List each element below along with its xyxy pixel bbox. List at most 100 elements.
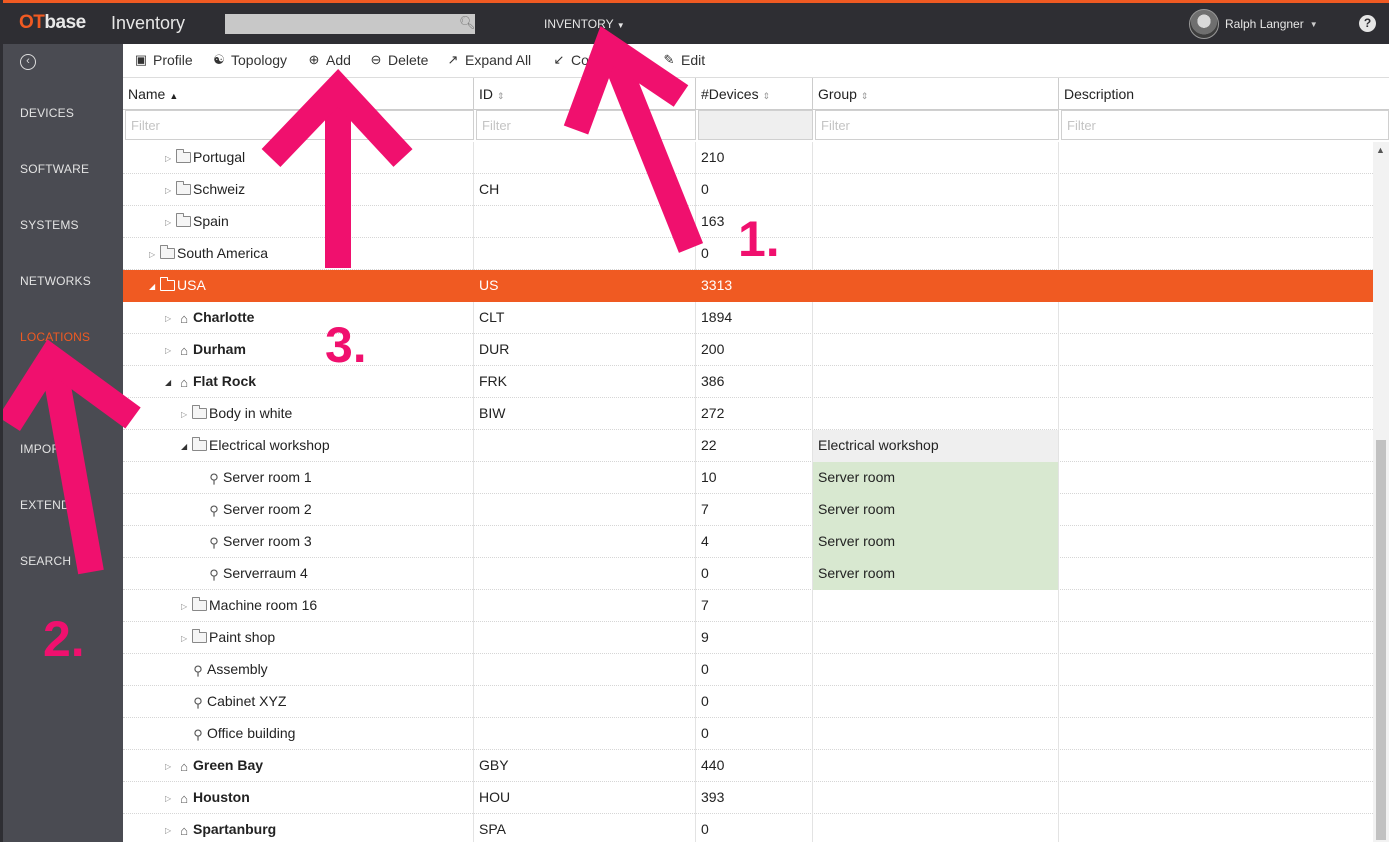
table-row[interactable]: ▷ Schweiz CH 0 bbox=[123, 174, 1373, 206]
column-header-devices[interactable]: #Devices ⇕ bbox=[696, 78, 813, 110]
delete-button[interactable]: ⊖ Delete bbox=[368, 52, 429, 68]
collapse-all-button[interactable]: ↙ Collapse All bbox=[551, 52, 645, 68]
column-header-id[interactable]: ID ⇕ bbox=[474, 78, 696, 110]
expand-arrow-icon[interactable]: ▷ bbox=[165, 815, 175, 842]
row-id bbox=[474, 590, 696, 622]
open-folder-icon bbox=[192, 436, 207, 451]
home-icon: ⌂ bbox=[180, 790, 188, 806]
add-button[interactable]: ⊕ Add bbox=[306, 52, 351, 68]
expand-arrow-icon[interactable]: ▷ bbox=[165, 143, 175, 174]
sidebar-item-extend[interactable]: EXTEND bbox=[20, 498, 70, 512]
collapse-arrow-icon[interactable]: ◢ bbox=[181, 431, 191, 462]
row-description bbox=[1059, 462, 1373, 494]
table-row[interactable]: ▷ ⌂ Houston HOU 393 bbox=[123, 782, 1373, 814]
expand-arrow-icon[interactable]: ▷ bbox=[165, 335, 175, 366]
row-id bbox=[474, 430, 696, 462]
row-description bbox=[1059, 750, 1373, 782]
row-id bbox=[474, 622, 696, 654]
row-group bbox=[813, 782, 1059, 814]
table-row[interactable]: ▷ Machine room 16 7 bbox=[123, 590, 1373, 622]
row-devices: 9 bbox=[696, 622, 813, 654]
help-icon[interactable]: ? bbox=[1359, 15, 1376, 32]
row-name: Serverraum 4 bbox=[223, 565, 308, 581]
name-filter-input[interactable] bbox=[125, 110, 474, 140]
inventory-menu[interactable]: INVENTORY ▼ bbox=[544, 17, 625, 31]
table-row[interactable]: ▷ ⌂ Durham DUR 200 bbox=[123, 334, 1373, 366]
description-filter-input[interactable] bbox=[1061, 110, 1389, 140]
row-name: Flat Rock bbox=[193, 373, 257, 389]
row-name: Paint shop bbox=[209, 629, 276, 645]
row-name: Green Bay bbox=[193, 757, 264, 773]
user-menu[interactable]: Ralph Langner ▼ bbox=[1189, 9, 1318, 39]
expand-arrow-icon[interactable]: ▷ bbox=[165, 751, 175, 782]
expand-arrow-icon[interactable]: ▷ bbox=[165, 783, 175, 814]
sort-icon: ⇕ bbox=[762, 91, 771, 101]
sidebar-item-software[interactable]: SOFTWARE bbox=[20, 162, 89, 176]
collapse-arrow-icon[interactable]: ◢ bbox=[165, 367, 175, 398]
table-row[interactable]: ▷ Portugal 210 bbox=[123, 142, 1373, 174]
sidebar-item-import[interactable]: IMPORT bbox=[20, 442, 68, 456]
column-header-name[interactable]: Name ▲ bbox=[123, 78, 474, 110]
table-row[interactable]: ◢ ⌂ Flat Rock FRK 386 bbox=[123, 366, 1373, 398]
row-description bbox=[1059, 334, 1373, 366]
row-devices: 0 bbox=[696, 558, 813, 590]
collapse-arrow-icon[interactable]: ◢ bbox=[149, 271, 159, 302]
expand-all-button[interactable]: ↗ Expand All bbox=[445, 52, 532, 68]
home-icon: ⌂ bbox=[180, 310, 188, 326]
topology-button[interactable]: ☯ Topology bbox=[211, 52, 287, 68]
brand-logo[interactable]: OTbase bbox=[19, 12, 86, 34]
table-row[interactable]: ▷ Body in white BIW 272 bbox=[123, 398, 1373, 430]
row-devices: 440 bbox=[696, 750, 813, 782]
location-pin-icon: ⚲ bbox=[193, 726, 203, 742]
expand-arrow-icon[interactable]: ▷ bbox=[181, 399, 191, 430]
table-row[interactable]: ⚲ Server room 3 4 Server room bbox=[123, 526, 1373, 558]
row-description bbox=[1059, 398, 1373, 430]
scroll-thumb[interactable] bbox=[1376, 440, 1386, 840]
back-icon[interactable]: ‹ bbox=[20, 54, 36, 70]
row-group bbox=[813, 334, 1059, 366]
table-row[interactable]: ◢ Electrical workshop 22 Electrical works… bbox=[123, 430, 1373, 462]
sidebar-item-locations[interactable]: LOCATIONS bbox=[20, 330, 90, 344]
expand-arrow-icon[interactable]: ▷ bbox=[165, 175, 175, 206]
global-search-input[interactable] bbox=[225, 14, 475, 34]
column-header-group[interactable]: Group ⇕ bbox=[813, 78, 1059, 110]
edit-button[interactable]: ✎ Edit bbox=[661, 52, 706, 68]
sidebar-item-networks[interactable]: NETWORKS bbox=[20, 274, 91, 288]
row-group bbox=[813, 174, 1059, 206]
column-header-description[interactable]: Description bbox=[1059, 78, 1389, 110]
table-row[interactable]: ⚲ Office building 0 bbox=[123, 718, 1373, 750]
chevron-down-icon: ▼ bbox=[1309, 19, 1318, 29]
row-group bbox=[813, 366, 1059, 398]
table-row[interactable]: ⚲ Assembly 0 bbox=[123, 654, 1373, 686]
table-row[interactable]: ▷ ⌂ Spartanburg SPA 0 bbox=[123, 814, 1373, 842]
row-group bbox=[813, 590, 1059, 622]
table-row[interactable]: ▷ ⌂ Charlotte CLT 1894 bbox=[123, 302, 1373, 334]
sidebar-item-devices[interactable]: DEVICES bbox=[20, 106, 74, 120]
group-filter-input[interactable] bbox=[815, 110, 1059, 140]
folder-icon bbox=[176, 180, 191, 195]
table-row[interactable]: ⚲ Server room 2 7 Server room bbox=[123, 494, 1373, 526]
table-row[interactable]: ⚲ Server room 1 10 Server room bbox=[123, 462, 1373, 494]
search-icon[interactable]: 🔍︎ bbox=[459, 15, 476, 31]
row-description bbox=[1059, 590, 1373, 622]
expand-arrow-icon[interactable]: ▷ bbox=[149, 239, 159, 270]
table-row[interactable]: ⚲ Cabinet XYZ 0 bbox=[123, 686, 1373, 718]
expand-arrow-icon[interactable]: ▷ bbox=[165, 207, 175, 238]
vertical-scrollbar[interactable]: ▲ bbox=[1373, 142, 1389, 842]
sidebar-item-search[interactable]: SEARCH bbox=[20, 554, 71, 568]
table-row[interactable]: ▷ ⌂ Green Bay GBY 440 bbox=[123, 750, 1373, 782]
expand-arrow-icon[interactable]: ▷ bbox=[181, 623, 191, 654]
row-name: Machine room 16 bbox=[209, 597, 318, 613]
scroll-up-icon[interactable]: ▲ bbox=[1376, 145, 1385, 155]
row-id bbox=[474, 718, 696, 750]
table-row[interactable]: ▷ Paint shop 9 bbox=[123, 622, 1373, 654]
table-row-selected[interactable]: ◢ USA US 3313 bbox=[123, 270, 1373, 302]
table-row[interactable]: ⚲ Serverraum 4 0 Server room bbox=[123, 558, 1373, 590]
sort-asc-icon: ▲ bbox=[169, 91, 179, 101]
expand-arrow-icon[interactable]: ▷ bbox=[181, 591, 191, 622]
sidebar-item-systems[interactable]: SYSTEMS bbox=[20, 218, 79, 232]
id-filter-input[interactable] bbox=[476, 110, 696, 140]
expand-arrow-icon[interactable]: ▷ bbox=[165, 303, 175, 334]
row-id bbox=[474, 526, 696, 558]
profile-button[interactable]: ▣ Profile bbox=[133, 52, 193, 68]
